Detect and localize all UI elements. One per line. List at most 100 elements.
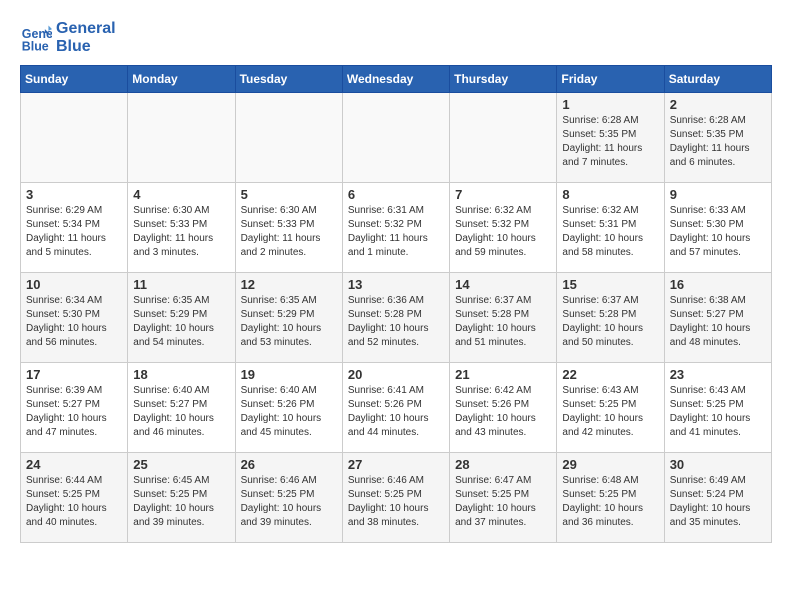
day-info: Sunrise: 6:34 AM Sunset: 5:30 PM Dayligh… xyxy=(26,294,122,350)
day-number: 29 xyxy=(562,457,658,472)
calendar-cell-3-4: 13 Sunrise: 6:36 AM Sunset: 5:28 PM Dayli… xyxy=(342,273,449,363)
weekday-header-wednesday: Wednesday xyxy=(342,66,449,93)
day-number: 15 xyxy=(562,277,658,292)
day-info: Sunrise: 6:39 AM Sunset: 5:27 PM Dayligh… xyxy=(26,384,122,440)
calendar-cell-3-2: 11 Sunrise: 6:35 AM Sunset: 5:29 PM Dayli… xyxy=(128,273,235,363)
day-number: 25 xyxy=(133,457,229,472)
day-number: 11 xyxy=(133,277,229,292)
calendar-week-5: 24 Sunrise: 6:44 AM Sunset: 5:25 PM Dayli… xyxy=(21,453,772,543)
calendar-table: SundayMondayTuesdayWednesdayThursdayFrid… xyxy=(20,65,772,543)
calendar-week-1: 1Sunrise: 6:28 AM Sunset: 5:35 PM Daylig… xyxy=(21,93,772,183)
day-info: Sunrise: 6:46 AM Sunset: 5:25 PM Dayligh… xyxy=(348,474,444,530)
calendar-week-2: 3 Sunrise: 6:29 AM Sunset: 5:34 PM Daylig… xyxy=(21,183,772,273)
day-info: Sunrise: 6:29 AM Sunset: 5:34 PM Dayligh… xyxy=(26,204,122,260)
day-info: Sunrise: 6:30 AM Sunset: 5:33 PM Dayligh… xyxy=(133,204,229,260)
calendar-cell-4-6: 22Sunrise: 6:43 AM Sunset: 5:25 PM Dayli… xyxy=(557,363,664,453)
calendar-cell-5-2: 25 Sunrise: 6:45 AM Sunset: 5:25 PM Dayli… xyxy=(128,453,235,543)
day-number: 2 xyxy=(670,97,766,112)
day-number: 18 xyxy=(133,367,229,382)
calendar-cell-2-5: 7Sunrise: 6:32 AM Sunset: 5:32 PM Daylig… xyxy=(450,183,557,273)
logo-icon: General Blue xyxy=(20,22,52,54)
calendar-cell-3-5: 14 Sunrise: 6:37 AM Sunset: 5:28 PM Dayli… xyxy=(450,273,557,363)
calendar-cell-1-7: 2 Sunrise: 6:28 AM Sunset: 5:35 PM Daylig… xyxy=(664,93,771,183)
day-number: 28 xyxy=(455,457,551,472)
day-number: 14 xyxy=(455,277,551,292)
day-info: Sunrise: 6:40 AM Sunset: 5:26 PM Dayligh… xyxy=(241,384,337,440)
day-number: 13 xyxy=(348,277,444,292)
day-number: 16 xyxy=(670,277,766,292)
day-info: Sunrise: 6:43 AM Sunset: 5:25 PM Dayligh… xyxy=(670,384,766,440)
day-number: 17 xyxy=(26,367,122,382)
calendar-body: 1Sunrise: 6:28 AM Sunset: 5:35 PM Daylig… xyxy=(21,93,772,543)
logo-text-blue: Blue xyxy=(56,38,116,56)
calendar-cell-4-5: 21 Sunrise: 6:42 AM Sunset: 5:26 PM Dayli… xyxy=(450,363,557,453)
weekday-header-thursday: Thursday xyxy=(450,66,557,93)
day-number: 26 xyxy=(241,457,337,472)
svg-text:Blue: Blue xyxy=(22,39,49,53)
day-number: 6 xyxy=(348,187,444,202)
day-number: 4 xyxy=(133,187,229,202)
day-info: Sunrise: 6:28 AM Sunset: 5:35 PM Dayligh… xyxy=(670,114,766,170)
calendar-cell-1-2 xyxy=(128,93,235,183)
day-info: Sunrise: 6:46 AM Sunset: 5:25 PM Dayligh… xyxy=(241,474,337,530)
day-number: 5 xyxy=(241,187,337,202)
day-info: Sunrise: 6:38 AM Sunset: 5:27 PM Dayligh… xyxy=(670,294,766,350)
day-info: Sunrise: 6:32 AM Sunset: 5:31 PM Dayligh… xyxy=(562,204,658,260)
calendar-cell-3-7: 16 Sunrise: 6:38 AM Sunset: 5:27 PM Dayli… xyxy=(664,273,771,363)
day-info: Sunrise: 6:37 AM Sunset: 5:28 PM Dayligh… xyxy=(562,294,658,350)
day-number: 30 xyxy=(670,457,766,472)
calendar-cell-4-7: 23 Sunrise: 6:43 AM Sunset: 5:25 PM Dayli… xyxy=(664,363,771,453)
weekday-header-monday: Monday xyxy=(128,66,235,93)
calendar-week-4: 17 Sunrise: 6:39 AM Sunset: 5:27 PM Dayli… xyxy=(21,363,772,453)
day-info: Sunrise: 6:48 AM Sunset: 5:25 PM Dayligh… xyxy=(562,474,658,530)
calendar-cell-1-3 xyxy=(235,93,342,183)
day-info: Sunrise: 6:37 AM Sunset: 5:28 PM Dayligh… xyxy=(455,294,551,350)
calendar-cell-1-1 xyxy=(21,93,128,183)
calendar-cell-2-3: 5 Sunrise: 6:30 AM Sunset: 5:33 PM Daylig… xyxy=(235,183,342,273)
calendar-cell-2-2: 4 Sunrise: 6:30 AM Sunset: 5:33 PM Daylig… xyxy=(128,183,235,273)
day-info: Sunrise: 6:45 AM Sunset: 5:25 PM Dayligh… xyxy=(133,474,229,530)
weekday-header-tuesday: Tuesday xyxy=(235,66,342,93)
calendar-cell-3-1: 10Sunrise: 6:34 AM Sunset: 5:30 PM Dayli… xyxy=(21,273,128,363)
day-info: Sunrise: 6:28 AM Sunset: 5:35 PM Dayligh… xyxy=(562,114,658,170)
day-info: Sunrise: 6:49 AM Sunset: 5:24 PM Dayligh… xyxy=(670,474,766,530)
day-info: Sunrise: 6:40 AM Sunset: 5:27 PM Dayligh… xyxy=(133,384,229,440)
calendar-cell-1-4 xyxy=(342,93,449,183)
weekday-header-friday: Friday xyxy=(557,66,664,93)
logo: General Blue General Blue xyxy=(20,20,116,55)
calendar-cell-4-2: 18 Sunrise: 6:40 AM Sunset: 5:27 PM Dayli… xyxy=(128,363,235,453)
day-info: Sunrise: 6:35 AM Sunset: 5:29 PM Dayligh… xyxy=(133,294,229,350)
day-number: 21 xyxy=(455,367,551,382)
calendar-cell-5-5: 28 Sunrise: 6:47 AM Sunset: 5:25 PM Dayli… xyxy=(450,453,557,543)
day-info: Sunrise: 6:42 AM Sunset: 5:26 PM Dayligh… xyxy=(455,384,551,440)
day-number: 3 xyxy=(26,187,122,202)
day-number: 27 xyxy=(348,457,444,472)
calendar-cell-2-7: 9Sunrise: 6:33 AM Sunset: 5:30 PM Daylig… xyxy=(664,183,771,273)
day-info: Sunrise: 6:36 AM Sunset: 5:28 PM Dayligh… xyxy=(348,294,444,350)
calendar-cell-3-6: 15 Sunrise: 6:37 AM Sunset: 5:28 PM Dayli… xyxy=(557,273,664,363)
calendar-cell-4-3: 19 Sunrise: 6:40 AM Sunset: 5:26 PM Dayli… xyxy=(235,363,342,453)
day-info: Sunrise: 6:32 AM Sunset: 5:32 PM Dayligh… xyxy=(455,204,551,260)
calendar-cell-3-3: 12 Sunrise: 6:35 AM Sunset: 5:29 PM Dayli… xyxy=(235,273,342,363)
day-info: Sunrise: 6:30 AM Sunset: 5:33 PM Dayligh… xyxy=(241,204,337,260)
weekday-header-saturday: Saturday xyxy=(664,66,771,93)
calendar-cell-2-4: 6Sunrise: 6:31 AM Sunset: 5:32 PM Daylig… xyxy=(342,183,449,273)
day-info: Sunrise: 6:41 AM Sunset: 5:26 PM Dayligh… xyxy=(348,384,444,440)
logo-text-general: General xyxy=(56,20,116,38)
day-number: 8 xyxy=(562,187,658,202)
day-info: Sunrise: 6:35 AM Sunset: 5:29 PM Dayligh… xyxy=(241,294,337,350)
day-number: 12 xyxy=(241,277,337,292)
day-number: 19 xyxy=(241,367,337,382)
calendar-cell-5-3: 26 Sunrise: 6:46 AM Sunset: 5:25 PM Dayli… xyxy=(235,453,342,543)
calendar-cell-5-6: 29 Sunrise: 6:48 AM Sunset: 5:25 PM Dayli… xyxy=(557,453,664,543)
day-info: Sunrise: 6:47 AM Sunset: 5:25 PM Dayligh… xyxy=(455,474,551,530)
day-info: Sunrise: 6:44 AM Sunset: 5:25 PM Dayligh… xyxy=(26,474,122,530)
calendar-cell-2-6: 8 Sunrise: 6:32 AM Sunset: 5:31 PM Daylig… xyxy=(557,183,664,273)
day-number: 24 xyxy=(26,457,122,472)
day-info: Sunrise: 6:33 AM Sunset: 5:30 PM Dayligh… xyxy=(670,204,766,260)
day-number: 22 xyxy=(562,367,658,382)
day-number: 23 xyxy=(670,367,766,382)
calendar-cell-5-1: 24 Sunrise: 6:44 AM Sunset: 5:25 PM Dayli… xyxy=(21,453,128,543)
calendar-cell-4-1: 17 Sunrise: 6:39 AM Sunset: 5:27 PM Dayli… xyxy=(21,363,128,453)
calendar-header: SundayMondayTuesdayWednesdayThursdayFrid… xyxy=(21,66,772,93)
